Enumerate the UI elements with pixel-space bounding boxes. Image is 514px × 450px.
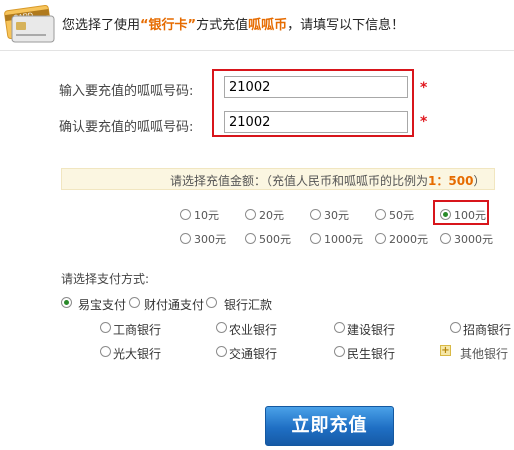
bank-radio-cmbc[interactable] xyxy=(334,346,345,357)
bank-radio-icbc[interactable] xyxy=(100,322,111,333)
payment-radio-bank-transfer[interactable] xyxy=(206,297,217,308)
payment-method-label: 银行汇款 xyxy=(224,298,273,312)
header-prefix: 您选择了使用 xyxy=(62,18,141,33)
amount-prompt-text: 请选择充值金额：（充值人民币和呱呱币的比例为 xyxy=(170,174,429,188)
amount-option-label: 20元 xyxy=(259,209,284,222)
required-mark: * xyxy=(420,114,428,130)
header-mid: 方式充值 xyxy=(196,18,249,33)
amount-radio-300[interactable] xyxy=(180,233,191,244)
method-name: “银行卡” xyxy=(140,18,197,33)
amount-radio-50[interactable] xyxy=(375,209,386,220)
card-icon: CARD xyxy=(4,4,55,43)
amount-option-label: 50元 xyxy=(389,209,414,222)
amount-radio-1000[interactable] xyxy=(310,233,321,244)
confirm-account-input[interactable] xyxy=(224,111,408,133)
amount-radio-3000[interactable] xyxy=(440,233,451,244)
amount-option-label: 10元 xyxy=(194,209,219,222)
amount-option-label: 30元 xyxy=(324,209,349,222)
amount-option-label: 2000元 xyxy=(389,233,428,246)
amount-radio-20[interactable] xyxy=(245,209,256,220)
bank-label: 招商银行 xyxy=(463,323,512,337)
bank-label: 交通银行 xyxy=(229,347,278,361)
currency-name: 呱呱币 xyxy=(248,18,288,33)
payment-method-label: 易宝支付 xyxy=(78,298,127,312)
amount-option-label: 100元 xyxy=(454,209,486,222)
amount-prompt-end: ） xyxy=(473,174,486,188)
bank-radio-abc[interactable] xyxy=(216,322,227,333)
exchange-ratio: 1：500 xyxy=(428,174,474,188)
amount-radio-100[interactable] xyxy=(440,209,451,220)
amount-radio-30[interactable] xyxy=(310,209,321,220)
bank-label: 农业银行 xyxy=(229,323,278,337)
bank-label: 建设银行 xyxy=(347,323,396,337)
bank-label: 光大银行 xyxy=(113,347,162,361)
required-mark: * xyxy=(420,80,428,96)
header-divider xyxy=(0,50,514,51)
header-message: 您选择了使用“银行卡”方式充值呱呱币，请填写以下信息！ xyxy=(62,14,404,33)
amount-radio-10[interactable] xyxy=(180,209,191,220)
amount-option-label: 3000元 xyxy=(454,233,493,246)
amount-radio-500[interactable] xyxy=(245,233,256,244)
bank-radio-bocom[interactable] xyxy=(216,346,227,357)
enter-account-label: 输入要充值的呱呱号码: xyxy=(59,84,194,99)
amount-option-label: 500元 xyxy=(259,233,291,246)
enter-account-input[interactable] xyxy=(224,76,408,98)
bank-radio-ccb[interactable] xyxy=(334,322,345,333)
bank-radio-cmb[interactable] xyxy=(450,322,461,333)
header-suffix: ，请填写以下信息！ xyxy=(287,18,405,33)
amount-prompt: 请选择充值金额：（充值人民币和呱呱币的比例为1：500） xyxy=(170,172,485,189)
payment-radio-yeepay[interactable] xyxy=(61,297,72,308)
bank-label: 民生银行 xyxy=(347,347,396,361)
bank-radio-ceb[interactable] xyxy=(100,346,111,357)
payment-title: 请选择支付方式: xyxy=(61,272,150,286)
submit-recharge-button[interactable]: 立即充值 xyxy=(265,406,394,446)
amount-radio-2000[interactable] xyxy=(375,233,386,244)
confirm-account-label: 确认要充值的呱呱号码: xyxy=(59,120,194,135)
amount-option-label: 300元 xyxy=(194,233,226,246)
payment-radio-tenpay[interactable] xyxy=(129,297,140,308)
amount-option-label: 1000元 xyxy=(324,233,363,246)
payment-method-label: 财付通支付 xyxy=(144,298,205,312)
expand-plus-icon[interactable]: + xyxy=(440,345,451,356)
other-banks-link[interactable]: 其他银行 xyxy=(460,345,508,362)
bank-label: 工商银行 xyxy=(113,323,162,337)
